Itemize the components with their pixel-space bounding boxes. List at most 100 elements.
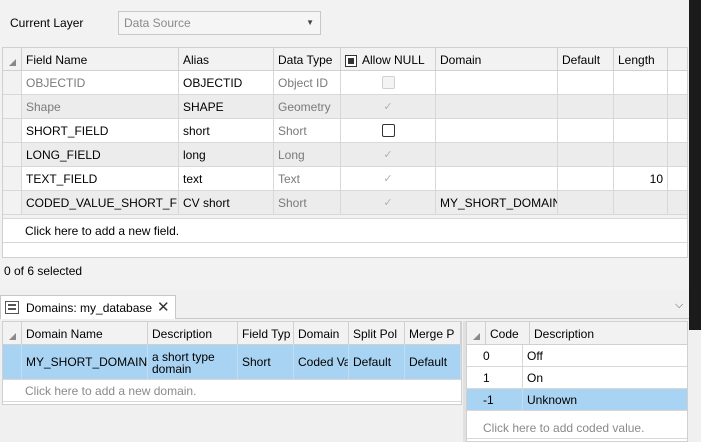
current-layer-select[interactable]: Data Source ▼ <box>118 11 321 35</box>
default-cell[interactable] <box>558 143 614 166</box>
allow-null-cell[interactable]: ✓ <box>341 191 436 214</box>
domain-cell[interactable] <box>436 71 558 94</box>
col-domain-type[interactable]: Domain <box>294 322 349 344</box>
col-domain[interactable]: Domain <box>436 48 558 70</box>
split-policy-cell[interactable]: Default <box>349 345 405 379</box>
default-cell[interactable] <box>558 95 614 118</box>
length-cell[interactable] <box>614 143 668 166</box>
field-type-cell[interactable]: Short <box>238 345 294 379</box>
table-row[interactable]: 1 On <box>467 367 687 389</box>
col-allow-null[interactable]: Allow NULL <box>341 48 436 70</box>
add-coded-value-row[interactable]: Click here to add coded value. <box>467 417 687 439</box>
field-name-cell[interactable]: LONG_FIELD <box>22 143 179 166</box>
allow-null-cell[interactable]: ✓ <box>341 167 436 190</box>
default-cell[interactable] <box>558 191 614 214</box>
col-length[interactable]: Length <box>614 48 668 70</box>
domain-cell[interactable] <box>436 167 558 190</box>
merge-policy-cell[interactable]: Default <box>405 345 461 379</box>
table-row[interactable]: TEXT_FIELD text Text ✓ 10 <box>3 167 687 191</box>
code-description-cell[interactable]: Off <box>523 345 686 366</box>
data-type-cell[interactable]: Short <box>274 191 341 214</box>
col-merge-policy[interactable]: Merge P <box>405 322 461 344</box>
checkmark-icon: ✓ <box>383 101 393 113</box>
table-row[interactable]: Shape SHAPE Geometry ✓ <box>3 95 687 119</box>
checkmark-icon: ✓ <box>383 173 393 185</box>
data-type-cell[interactable]: Object ID <box>274 71 341 94</box>
domain-cell[interactable] <box>436 119 558 142</box>
table-row[interactable]: CODED_VALUE_SHORT_FIELD CV short Short ✓… <box>3 191 687 215</box>
allow-null-header-checkbox[interactable] <box>345 54 357 67</box>
alias-cell[interactable]: CV short <box>179 191 274 214</box>
length-cell[interactable]: 10 <box>614 167 668 190</box>
table-row[interactable]: 0 Off <box>467 345 687 367</box>
table-row[interactable]: OBJECTID OBJECTID Object ID <box>3 71 687 95</box>
allow-null-cell[interactable] <box>341 71 436 94</box>
col-field-name[interactable]: Field Name <box>22 48 179 70</box>
length-cell[interactable] <box>614 95 668 118</box>
select-all-corner[interactable] <box>467 322 486 344</box>
alias-cell[interactable]: OBJECTID <box>179 71 274 94</box>
col-field-type[interactable]: Field Typ <box>238 322 294 344</box>
close-icon[interactable]: ✕ <box>157 298 170 316</box>
default-cell[interactable] <box>558 71 614 94</box>
data-type-cell[interactable]: Text <box>274 167 341 190</box>
row-header[interactable] <box>3 191 22 214</box>
length-cell[interactable] <box>614 119 668 142</box>
field-name-cell[interactable]: TEXT_FIELD <box>22 167 179 190</box>
row-header[interactable] <box>3 143 22 166</box>
allow-null-cell[interactable]: ✓ <box>341 95 436 118</box>
domain-cell[interactable]: MY_SHORT_DOMAIN <box>436 191 558 214</box>
domain-cell[interactable] <box>436 143 558 166</box>
row-header[interactable] <box>3 71 22 94</box>
length-cell[interactable] <box>614 71 668 94</box>
length-cell[interactable] <box>614 191 668 214</box>
data-type-cell[interactable]: Short <box>274 119 341 142</box>
col-code-description[interactable]: Description <box>530 322 687 344</box>
code-description-cell[interactable]: On <box>523 367 686 388</box>
data-type-cell[interactable]: Geometry <box>274 95 341 118</box>
row-header[interactable] <box>3 95 22 118</box>
col-data-type[interactable]: Data Type <box>274 48 341 70</box>
add-domain-row[interactable]: Click here to add a new domain. <box>3 380 461 402</box>
table-row[interactable]: LONG_FIELD long Long ✓ <box>3 143 687 167</box>
alias-cell[interactable]: long <box>179 143 274 166</box>
domain-cell[interactable] <box>436 95 558 118</box>
field-name-cell[interactable]: OBJECTID <box>22 71 179 94</box>
allow-null-checkbox[interactable] <box>381 124 395 138</box>
col-split-policy[interactable]: Split Pol <box>349 322 405 344</box>
add-field-row[interactable]: Click here to add a new field. <box>3 219 687 243</box>
code-cell[interactable]: 1 <box>479 367 523 388</box>
col-default[interactable]: Default <box>558 48 614 70</box>
code-cell[interactable]: -1 <box>479 389 523 410</box>
code-cell[interactable]: 0 <box>479 345 523 366</box>
col-description[interactable]: Description <box>148 322 238 344</box>
col-code[interactable]: Code <box>486 322 530 344</box>
alias-cell[interactable]: SHAPE <box>179 95 274 118</box>
row-header[interactable] <box>3 345 22 379</box>
code-description-cell[interactable]: Unknown <box>523 389 686 410</box>
alias-cell[interactable]: text <box>179 167 274 190</box>
select-all-corner[interactable] <box>3 48 22 70</box>
data-type-cell[interactable]: Long <box>274 143 341 166</box>
col-domain-name[interactable]: Domain Name <box>22 322 148 344</box>
allow-null-cell[interactable] <box>341 119 436 142</box>
alias-cell[interactable]: short <box>179 119 274 142</box>
tab-domains[interactable]: Domains: my_database ✕ <box>0 295 176 319</box>
row-header[interactable] <box>3 167 22 190</box>
table-row[interactable]: MY_SHORT_DOMAIN a short type domain Shor… <box>3 345 461 380</box>
domain-type-cell[interactable]: Coded Va <box>294 345 349 379</box>
field-name-cell[interactable]: CODED_VALUE_SHORT_FIELD <box>22 191 179 214</box>
allow-null-cell[interactable]: ✓ <box>341 143 436 166</box>
row-header[interactable] <box>3 119 22 142</box>
chevron-down-icon[interactable]: ⌵ <box>675 299 683 312</box>
col-alias[interactable]: Alias <box>179 48 274 70</box>
table-row[interactable]: -1 Unknown <box>467 389 687 411</box>
description-cell[interactable]: a short type domain <box>148 345 238 379</box>
field-name-cell[interactable]: Shape <box>22 95 179 118</box>
field-name-cell[interactable]: SHORT_FIELD <box>22 119 179 142</box>
select-all-corner[interactable] <box>3 322 22 344</box>
domain-name-cell[interactable]: MY_SHORT_DOMAIN <box>22 345 148 379</box>
table-row[interactable]: SHORT_FIELD short Short <box>3 119 687 143</box>
default-cell[interactable] <box>558 167 614 190</box>
default-cell[interactable] <box>558 119 614 142</box>
